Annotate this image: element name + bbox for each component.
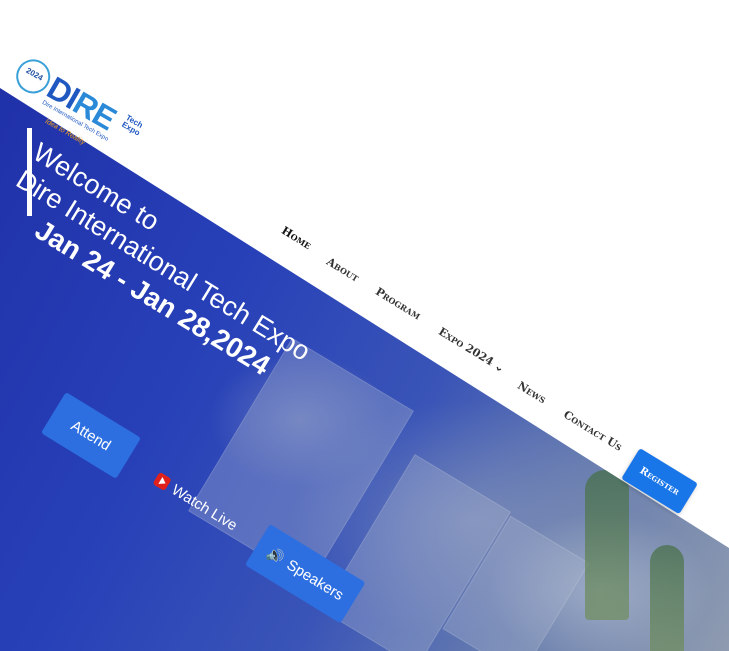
speaker-icon: 🔊 bbox=[264, 543, 288, 567]
tree-shape bbox=[585, 470, 629, 620]
nav-about[interactable]: About bbox=[324, 255, 361, 285]
tree-shape bbox=[650, 545, 684, 651]
nav-contact-us[interactable]: Contact Us bbox=[561, 408, 624, 454]
nav-home[interactable]: Home bbox=[279, 224, 313, 252]
nav-program[interactable]: Program bbox=[373, 285, 423, 322]
logo-side-text: Tech Expo bbox=[120, 113, 145, 138]
nav-news[interactable]: News bbox=[515, 379, 548, 406]
page: 2024 DIRE Tech Expo Dire International T… bbox=[0, 0, 729, 651]
nav-expo-2024[interactable]: Expo 2024 ⌄ bbox=[436, 325, 507, 375]
